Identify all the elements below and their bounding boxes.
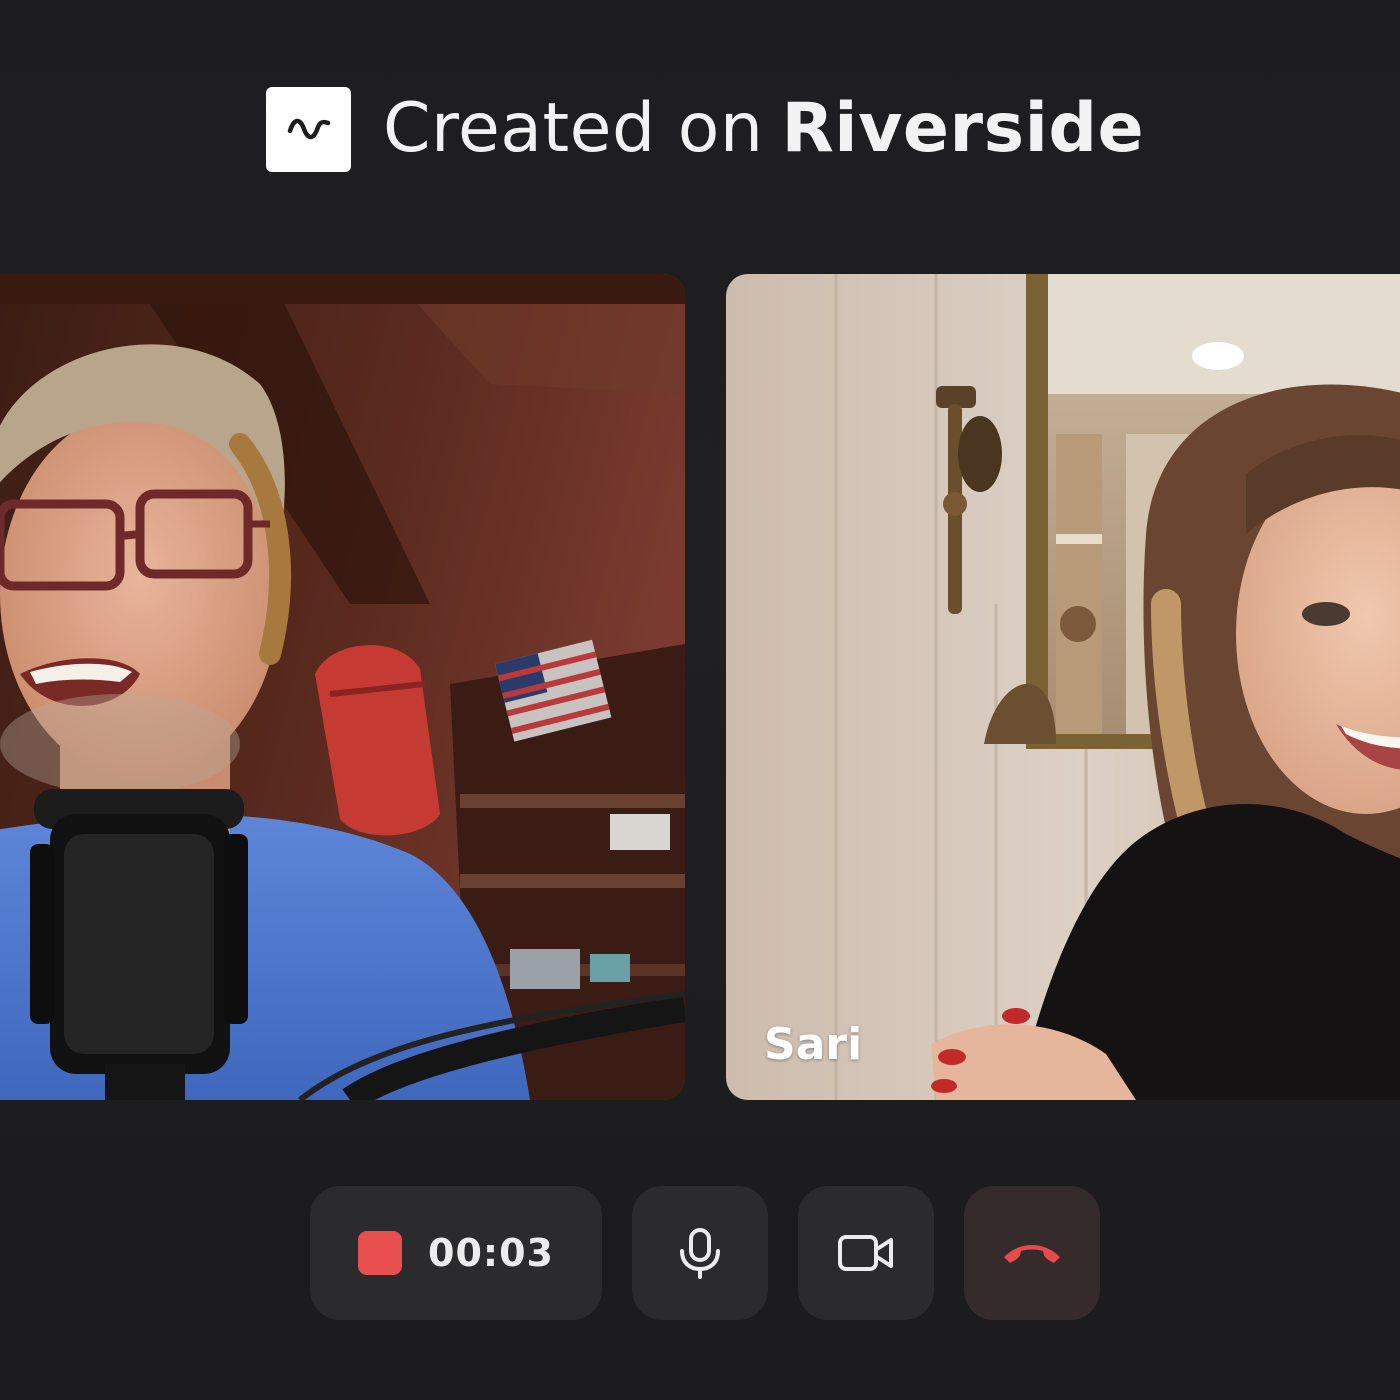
guest-video-feed <box>726 274 1400 1100</box>
recording-timer: 00:03 <box>428 1231 554 1275</box>
camera-button[interactable] <box>798 1186 934 1320</box>
brand-text: Created on Riverside <box>383 95 1144 163</box>
riverside-wave-icon <box>266 86 351 172</box>
record-stop-icon <box>358 1231 403 1275</box>
record-button[interactable]: 00:03 <box>310 1186 602 1320</box>
microphone-button[interactable] <box>632 1186 768 1320</box>
video-tile-guest[interactable]: Sari <box>726 274 1400 1100</box>
video-camera-icon <box>838 1235 893 1271</box>
host-video-feed <box>0 274 685 1100</box>
microphone-icon <box>680 1228 720 1279</box>
brand-prefix: Created on <box>383 89 764 168</box>
riverside-branding: Created on Riverside <box>266 86 1144 172</box>
hang-up-phone-icon <box>1004 1245 1060 1263</box>
call-controls: 00:03 <box>310 1186 1100 1320</box>
brand-name: Riverside <box>781 89 1145 168</box>
participant-name-label: Sari <box>764 1019 863 1070</box>
video-tile-host[interactable] <box>0 274 685 1100</box>
hang-up-button[interactable] <box>964 1186 1100 1320</box>
